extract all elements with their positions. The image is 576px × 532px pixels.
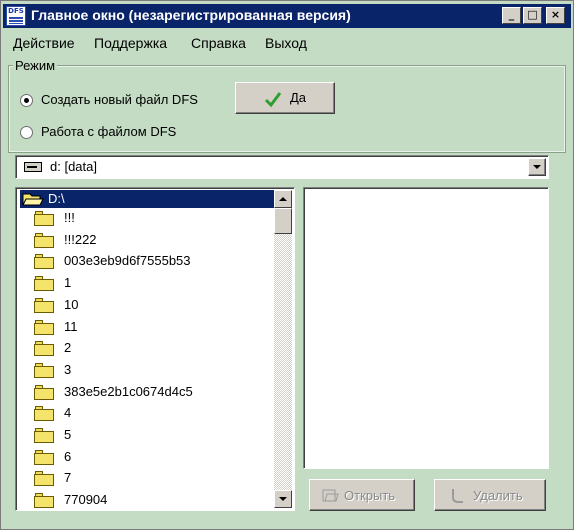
folder-icon (34, 449, 54, 465)
open-button-label: Открыть (344, 488, 396, 503)
folder-name: !!!222 (64, 231, 97, 247)
undo-arrow-icon (452, 489, 463, 503)
folder-icon (34, 406, 54, 422)
folder-icon (34, 211, 54, 226)
folder-icon (34, 341, 54, 357)
folder-icon (34, 428, 54, 443)
folder-name: 7 (64, 470, 72, 486)
file-list[interactable] (303, 187, 549, 469)
minimize-icon: _ (508, 8, 515, 21)
minimize-button[interactable]: _ (502, 7, 521, 24)
folder-icon (34, 362, 54, 378)
close-button[interactable]: × (546, 7, 565, 24)
folder-icon (34, 254, 54, 270)
delete-button-label: Удалить (473, 488, 523, 503)
maximize-icon: □ (527, 8, 538, 21)
folder-icon (34, 493, 54, 509)
folder-name: 4 (64, 405, 72, 421)
folder-name: 6 (64, 448, 72, 464)
open-folder-icon (22, 193, 44, 206)
folder-icon (34, 297, 54, 313)
radio-work-with-file[interactable] (20, 126, 33, 139)
main-window: DFS Главное окно (незарегистрированная в… (0, 0, 574, 530)
delete-button[interactable]: Удалить (434, 479, 546, 511)
folder-name: 2 (64, 340, 72, 356)
folder-name: 5 (64, 427, 72, 442)
drive-select-value: d: [data] (50, 159, 97, 174)
dfs-app-icon: DFS (6, 6, 26, 26)
folder-name: !!! (64, 210, 75, 225)
arrow-down-icon (279, 497, 287, 501)
menu-help[interactable]: Справка (191, 35, 246, 51)
menu-exit[interactable]: Выход (265, 35, 307, 51)
folder-icon (34, 276, 54, 292)
yes-button[interactable]: Да (235, 82, 335, 114)
drive-icon (24, 162, 42, 172)
menu-action[interactable]: Действие (13, 35, 75, 51)
tree-root-selected[interactable]: D:\ (20, 190, 276, 208)
radio-create-new-label[interactable]: Создать новый файл DFS (41, 92, 198, 107)
app-icon-text: DFS (8, 7, 24, 15)
tree-scrollbar[interactable] (274, 190, 292, 508)
folder-icon (34, 232, 54, 248)
maximize-button[interactable]: □ (523, 7, 542, 24)
folder-name: 11 (64, 318, 78, 334)
yes-button-label: Да (290, 90, 307, 105)
folder-tree[interactable]: D:\ !!! !!!222 003e3eb9d6f7555b53 1 10 11 2 3 38… (15, 187, 295, 511)
drive-dropdown-button[interactable] (528, 158, 546, 176)
menu-bar: Действие Поддержка Справка Выход (1, 32, 573, 54)
folder-name: 383e5e2b1c0674d4c5 (64, 383, 193, 399)
folder-icon (34, 319, 54, 335)
folder-name: 770904 (64, 492, 108, 508)
arrow-up-icon (279, 197, 287, 201)
radio-work-with-file-label[interactable]: Работа с файлом DFS (41, 124, 176, 139)
tree-root-label: D:\ (48, 191, 65, 206)
open-button[interactable]: Открыть (309, 479, 415, 511)
folder-name: 003e3eb9d6f7555b53 (64, 253, 191, 269)
checkmark-icon (264, 92, 282, 108)
title-bar[interactable]: DFS Главное окно (незарегистрированная в… (3, 4, 571, 28)
folder-name: 3 (64, 361, 72, 377)
close-icon: × (550, 8, 561, 21)
scroll-down-button[interactable] (274, 490, 292, 508)
drive-select[interactable]: d: [data] (15, 155, 549, 179)
scroll-up-button[interactable] (274, 190, 292, 208)
folder-name: 10 (64, 296, 79, 312)
folder-icon (34, 471, 54, 487)
scroll-thumb[interactable] (274, 208, 292, 234)
radio-create-new[interactable] (20, 94, 33, 107)
folder-name: 1 (64, 275, 72, 291)
open-icon (322, 489, 339, 502)
mode-group-label: Режим (13, 58, 58, 73)
menu-support[interactable]: Поддержка (94, 35, 167, 51)
chevron-down-icon (533, 165, 541, 169)
window-title: Главное окно (незарегистрированная верси… (31, 7, 351, 23)
folder-icon (34, 384, 54, 400)
